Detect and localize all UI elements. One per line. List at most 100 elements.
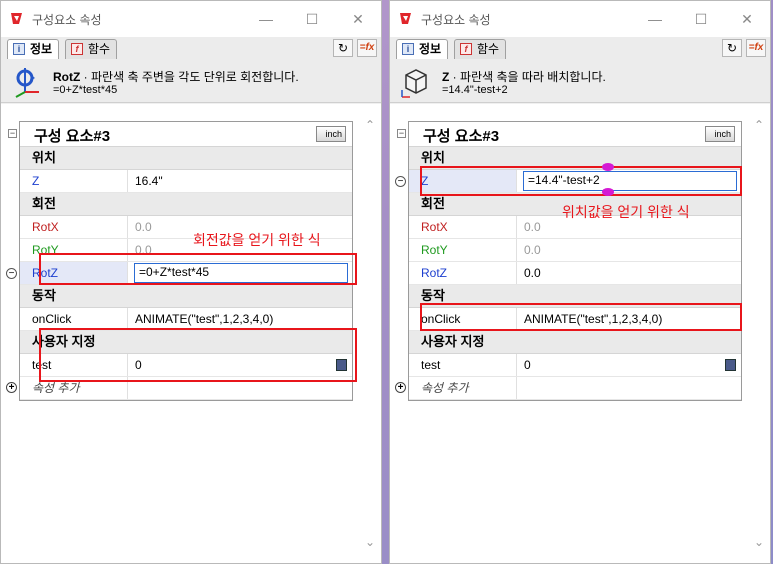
row-value[interactable]: ANIMATE("test",1,2,3,4,0) bbox=[128, 308, 352, 330]
info-icon: i bbox=[13, 43, 25, 55]
tab-label: 함수 bbox=[477, 42, 500, 56]
row-value[interactable]: 0.0 bbox=[517, 262, 741, 284]
row-label: test bbox=[20, 354, 128, 376]
row-label: Z bbox=[409, 170, 517, 192]
units-button[interactable]: inch bbox=[316, 126, 346, 142]
row-label: RotZ bbox=[20, 262, 128, 284]
section-custom: 사용자 지정 bbox=[409, 331, 741, 354]
component-title: 구성 요소#3 bbox=[34, 128, 111, 145]
row-label: RotY bbox=[20, 239, 128, 261]
component-attributes-window-right: 구성요소 속성 — ☐ ✕ i 정보 f 함수 ↻ =fx Z · 파란색 축을… bbox=[389, 0, 771, 564]
selected-row-marker-icon: − bbox=[395, 176, 406, 187]
attributes-content: ⌃ ⌄ − 구성 요소#3 inch 위치 − Z =14.4"-test+2 … bbox=[390, 104, 770, 563]
row-z[interactable]: Z 16.4" bbox=[20, 170, 352, 193]
tab-label: 정보 bbox=[419, 42, 442, 56]
row-roty[interactable]: RotY 0.0 bbox=[409, 239, 741, 262]
formula-button[interactable]: =fx bbox=[357, 39, 377, 57]
row-label: RotX bbox=[20, 216, 128, 238]
sketchup-logo-icon bbox=[400, 13, 411, 24]
row-rotz[interactable]: − RotZ =0+Z*test*45 bbox=[6, 262, 352, 285]
tab-label: 함수 bbox=[88, 42, 111, 56]
rotate-axis-icon bbox=[15, 68, 39, 98]
refresh-icon: ↻ bbox=[337, 41, 349, 55]
tab-label: 정보 bbox=[30, 42, 53, 56]
row-label: test bbox=[409, 354, 517, 376]
refresh-button[interactable]: ↻ bbox=[333, 39, 353, 57]
row-onclick[interactable]: onClick ANIMATE("test",1,2,3,4,0) bbox=[409, 308, 741, 331]
row-value[interactable]: 0 bbox=[517, 354, 741, 376]
function-icon: f bbox=[460, 43, 472, 55]
function-icon: f bbox=[71, 43, 83, 55]
collapse-toggle[interactable]: − bbox=[397, 129, 406, 138]
add-attribute-label[interactable]: 속성 추가 bbox=[409, 377, 517, 399]
info-description: · 파란색 축 주변을 각도 단위로 회전합니다. bbox=[80, 70, 299, 84]
info-description: · 파란색 축을 따라 배치합니다. bbox=[449, 70, 606, 84]
window-title: 구성요소 속성 bbox=[421, 13, 491, 27]
add-attribute-row[interactable]: + 속성 추가 bbox=[6, 377, 352, 400]
maximize-button[interactable]: ☐ bbox=[678, 7, 724, 31]
row-test[interactable]: test 0 bbox=[409, 354, 741, 377]
tab-functions[interactable]: f 함수 bbox=[65, 39, 118, 59]
formula-icon: =fx bbox=[748, 42, 764, 53]
annotation-text: 회전값을 얻기 위한 식 bbox=[193, 232, 321, 248]
section-position: 위치 bbox=[409, 147, 741, 170]
info-formula: =0+Z*test*45 bbox=[53, 84, 118, 96]
row-label: RotY bbox=[409, 239, 517, 261]
row-value[interactable]: ANIMATE("test",1,2,3,4,0) bbox=[517, 308, 741, 330]
scroll-up-arrow-icon[interactable]: ⌃ bbox=[754, 118, 764, 132]
add-icon[interactable]: + bbox=[6, 382, 17, 393]
sketchup-logo-icon bbox=[11, 13, 22, 24]
row-value[interactable]: 0 bbox=[128, 354, 352, 376]
tab-info[interactable]: i 정보 bbox=[7, 39, 60, 59]
tab-bar: i 정보 f 함수 ↻ =fx bbox=[1, 37, 381, 59]
selected-row-marker-icon: − bbox=[6, 268, 17, 279]
collapse-toggle[interactable]: − bbox=[8, 129, 17, 138]
row-test[interactable]: test 0 bbox=[20, 354, 352, 377]
tab-info[interactable]: i 정보 bbox=[396, 39, 449, 59]
drag-handle-top[interactable] bbox=[602, 163, 614, 171]
scroll-down-arrow-icon[interactable]: ⌄ bbox=[365, 535, 375, 549]
refresh-button[interactable]: ↻ bbox=[722, 39, 742, 57]
title-bar: 구성요소 속성 — ☐ ✕ bbox=[390, 1, 770, 37]
section-position: 위치 bbox=[20, 147, 352, 170]
row-onclick[interactable]: onClick ANIMATE("test",1,2,3,4,0) bbox=[20, 308, 352, 331]
row-z[interactable]: − Z =14.4"-test+2 bbox=[395, 170, 741, 193]
attributes-content: ⌃ ⌄ − 구성 요소#3 inch 위치 Z 16.4" 회전 RotX 0.… bbox=[1, 104, 381, 563]
minimize-button[interactable]: — bbox=[243, 7, 289, 31]
scroll-down-arrow-icon[interactable]: ⌄ bbox=[754, 535, 764, 549]
annotation-text: 위치값을 얻기 위한 식 bbox=[562, 204, 690, 220]
info-formula: =14.4"-test+2 bbox=[442, 84, 508, 96]
row-label: RotZ bbox=[409, 262, 517, 284]
row-label: RotX bbox=[409, 216, 517, 238]
calculator-icon[interactable] bbox=[336, 359, 347, 371]
row-value[interactable]: 0.0 bbox=[517, 239, 741, 261]
component-attributes-window-left: 구성요소 속성 — ☐ ✕ i 정보 f 함수 ↻ =fx RotZ · 파란색… bbox=[0, 0, 382, 564]
drag-handle-bottom[interactable] bbox=[602, 188, 614, 196]
close-button[interactable]: ✕ bbox=[335, 7, 381, 31]
window-title: 구성요소 속성 bbox=[32, 13, 102, 27]
tab-functions[interactable]: f 함수 bbox=[454, 39, 507, 59]
calculator-icon[interactable] bbox=[725, 359, 736, 371]
close-button[interactable]: ✕ bbox=[724, 7, 770, 31]
minimize-button[interactable]: — bbox=[632, 7, 678, 31]
add-attribute-label[interactable]: 속성 추가 bbox=[20, 377, 128, 399]
row-label: Z bbox=[20, 170, 128, 192]
info-icon: i bbox=[402, 43, 414, 55]
add-icon[interactable]: + bbox=[395, 382, 406, 393]
add-attribute-row[interactable]: + 속성 추가 bbox=[395, 377, 741, 400]
rotz-formula-input[interactable]: =0+Z*test*45 bbox=[134, 263, 348, 283]
formula-icon: =fx bbox=[359, 42, 375, 53]
grid-header: − 구성 요소#3 inch bbox=[8, 122, 352, 147]
attribute-grid: − 구성 요소#3 inch 위치 Z 16.4" 회전 RotX 0.0 Ro… bbox=[6, 121, 353, 401]
z-formula-input[interactable]: =14.4"-test+2 bbox=[523, 171, 737, 191]
units-button[interactable]: inch bbox=[705, 126, 735, 142]
row-rotz[interactable]: RotZ 0.0 bbox=[409, 262, 741, 285]
maximize-button[interactable]: ☐ bbox=[289, 7, 335, 31]
formula-button[interactable]: =fx bbox=[746, 39, 766, 57]
scroll-up-arrow-icon[interactable]: ⌃ bbox=[365, 118, 375, 132]
row-label: onClick bbox=[20, 308, 128, 330]
cube-position-icon bbox=[401, 69, 427, 98]
title-bar: 구성요소 속성 — ☐ ✕ bbox=[1, 1, 381, 37]
row-value[interactable]: 16.4" bbox=[128, 170, 352, 192]
info-panel: RotZ · 파란색 축 주변을 각도 단위로 회전합니다. =0+Z*test… bbox=[1, 59, 381, 103]
